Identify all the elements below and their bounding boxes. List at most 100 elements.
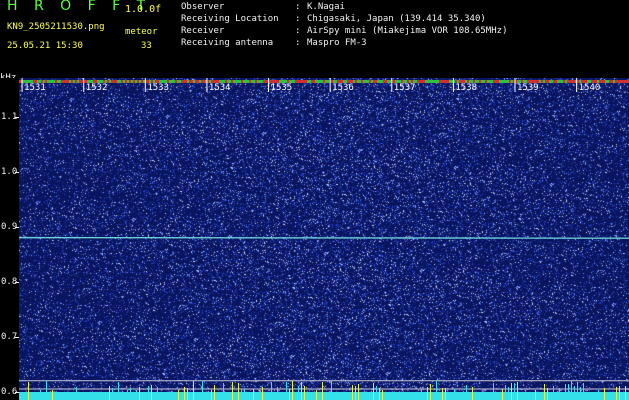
tick-band-cell <box>425 80 427 83</box>
baseline-spike <box>547 388 548 400</box>
tick-band-cell <box>371 80 373 83</box>
baseline-spike <box>178 390 179 400</box>
tick-band-cell <box>53 80 55 83</box>
baseline-spike <box>304 386 305 400</box>
info-row-receiver: Receiver : AirSpy mini (Miakejima VOR 10… <box>181 26 507 38</box>
tick-band-cell <box>141 80 143 83</box>
tick-band-cell <box>387 80 389 83</box>
tick-band-cell <box>75 80 77 83</box>
baseline-spike <box>253 389 254 400</box>
baseline-spike <box>271 382 272 400</box>
tick-band-cell <box>65 80 67 83</box>
tick-band-cell <box>601 80 603 83</box>
tick-band-cell <box>487 80 489 83</box>
tick-band-cell <box>125 80 127 83</box>
baseline-spike <box>193 381 194 400</box>
tick-band-cell <box>183 80 185 83</box>
tick-band-cell <box>309 80 311 83</box>
tick-band-cell <box>565 80 567 83</box>
tick-band-cell <box>429 80 431 83</box>
baseline-spike <box>298 386 299 400</box>
baseline-spike <box>430 384 431 400</box>
baseline-spike <box>598 390 599 400</box>
tick-band-cell <box>57 80 59 83</box>
tick-band-cell <box>551 80 553 83</box>
tick-band-cell <box>383 80 385 83</box>
baseline-spike <box>580 387 581 400</box>
noise-layer <box>19 78 629 400</box>
tick-band-cell <box>449 80 451 83</box>
tick-band-cell <box>359 80 361 83</box>
tick-band-cell <box>451 80 453 83</box>
baseline-spike <box>286 382 287 400</box>
tick-band-cell <box>51 80 53 83</box>
baseline-spike <box>427 387 428 400</box>
tick-band-cell <box>501 80 503 83</box>
tick-band-cell <box>541 80 543 83</box>
baseline-spike <box>241 389 242 400</box>
tick-band-cell <box>419 80 421 83</box>
tick-band-cell <box>619 80 621 83</box>
tick-band-cell <box>389 80 391 83</box>
baseline-spike <box>517 382 518 400</box>
tick-band-cell <box>431 80 433 83</box>
info-key: Observer <box>181 2 225 12</box>
tick-band-cell <box>117 80 119 83</box>
tick-band-cell <box>191 80 193 83</box>
tick-band-cell <box>307 80 309 83</box>
tick-band-cell <box>417 80 419 83</box>
tick-band-cell <box>507 80 509 83</box>
spectrogram: 1531 1532 1533 1534 1535 1536 1537 1538 1539 1540 <box>19 78 629 400</box>
tick-band-cell <box>301 80 303 83</box>
tick-band-cell <box>435 80 437 83</box>
tick-band-cell <box>185 80 187 83</box>
tick-band-cell <box>237 80 239 83</box>
tick-band-cell <box>131 80 133 83</box>
x-tick-label: 1540 <box>579 83 601 93</box>
tick-band-cell <box>109 80 111 83</box>
tick-band-cell <box>305 80 307 83</box>
baseline-spike <box>625 386 626 400</box>
tick-band-cell <box>119 80 121 83</box>
tick-band-cell <box>129 80 131 83</box>
tick-band-cell <box>77 80 79 83</box>
tick-band-cell <box>71 80 73 83</box>
tick-band-cell <box>47 80 49 83</box>
baseline-spike <box>574 386 575 400</box>
baseline-spike <box>514 383 515 400</box>
info-colon: : <box>295 2 301 12</box>
baseline-spike <box>157 387 158 400</box>
baseline-spike <box>136 390 137 400</box>
tick-band-cell <box>483 80 485 83</box>
tick-band-cell <box>557 80 559 83</box>
baseline-spike <box>502 389 503 400</box>
baseline-spike <box>211 390 212 400</box>
tick-band-cell <box>379 80 381 83</box>
tick-band-cell <box>79 80 81 83</box>
tick-band-cell <box>569 80 571 83</box>
baseline-spike <box>187 388 188 400</box>
tick-band-cell <box>357 80 359 83</box>
baseline-spike <box>214 385 215 400</box>
tick-band-cell <box>367 80 369 83</box>
tick-band-cell <box>553 80 555 83</box>
tick-band-cell <box>303 80 305 83</box>
tick-band-cell <box>247 80 249 83</box>
tick-band-cell <box>197 80 199 83</box>
tick-band-cell <box>81 80 83 83</box>
baseline-spike <box>40 390 41 400</box>
tick-band-cell <box>497 80 499 83</box>
tick-band-cell <box>375 80 377 83</box>
tick-band-cell <box>491 80 493 83</box>
tick-band-cell <box>611 80 613 83</box>
tick-band-cell <box>137 80 139 83</box>
header-panel: H R O F F T 1.0.0f KN9_2505211530.png me… <box>0 0 629 78</box>
info-value: Maspro FM-3 <box>307 38 367 48</box>
tick-band-cell <box>369 80 371 83</box>
tick-band-cell <box>567 80 569 83</box>
baseline-spike <box>568 384 569 400</box>
baseline-spike <box>571 381 572 400</box>
baseline-spike <box>553 386 554 400</box>
info-row-antenna: Receiving antenna : Maspro FM-3 <box>181 38 367 50</box>
tick-band-cell <box>385 80 387 83</box>
